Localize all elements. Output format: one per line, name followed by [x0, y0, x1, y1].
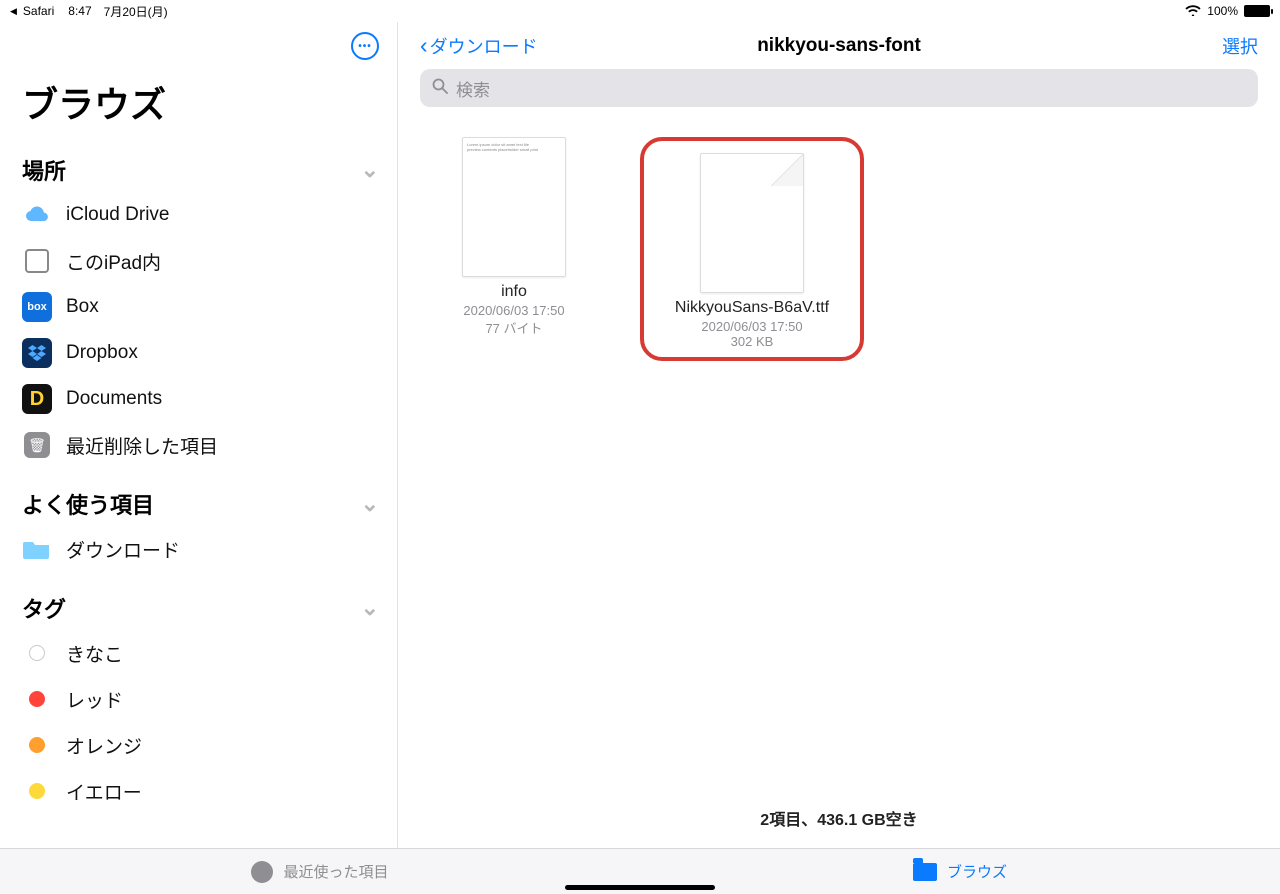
icloud-icon — [22, 200, 52, 230]
sidebar-item-label: iCloud Drive — [66, 204, 169, 226]
box-icon: box — [22, 292, 52, 322]
chevron-down-icon: ⌄ — [361, 157, 379, 183]
file-thumbnail-icon — [700, 153, 804, 293]
back-to-safari-label[interactable]: Safari — [23, 4, 54, 18]
folder-icon — [913, 863, 937, 881]
sidebar-item-label: Documents — [66, 388, 162, 410]
tags-header[interactable]: タグ⌄ — [0, 590, 397, 630]
home-indicator[interactable] — [565, 885, 715, 890]
clock-icon — [251, 861, 273, 883]
sidebar-item-box[interactable]: box Box — [0, 284, 397, 330]
folder-status: 2項目、436.1 GB空き — [398, 800, 1280, 848]
sidebar-item-downloads[interactable]: ダウンロード — [0, 526, 397, 572]
wifi-icon — [1185, 4, 1201, 19]
select-button[interactable]: 選択 — [921, 33, 1258, 59]
status-bar: ◀ Safari 8:47 7月20日(月) 100% — [0, 0, 1280, 22]
file-date: 2020/06/03 17:50 — [434, 303, 594, 318]
sidebar-tag[interactable]: レッド — [0, 676, 397, 722]
back-button[interactable]: ‹ ダウンロード — [420, 32, 757, 59]
tab-label: ブラウズ — [947, 861, 1007, 882]
file-size: 302 KB — [672, 334, 832, 349]
tag-color-icon — [22, 730, 52, 760]
sidebar-item-icloud[interactable]: iCloud Drive — [0, 192, 397, 238]
sidebar-item-label: イエロー — [66, 778, 142, 805]
main-content: ‹ ダウンロード nikkyou-sans-font 選択 検索 Lorem i… — [398, 22, 1280, 848]
file-item[interactable]: NikkyouSans-B6aV.ttf 2020/06/03 17:50 30… — [672, 153, 832, 349]
documents-icon: D — [22, 384, 52, 414]
tag-color-icon — [22, 638, 52, 668]
locations-header[interactable]: 場所⌄ — [0, 152, 397, 192]
search-icon — [432, 78, 448, 99]
sidebar-tag[interactable]: イエロー — [0, 768, 397, 814]
file-item[interactable]: Lorem ipsum dolor sit amet text file pre… — [434, 137, 594, 337]
battery-icon — [1244, 5, 1270, 17]
sidebar-item-recently-deleted[interactable]: 🗑 最近削除した項目 — [0, 422, 397, 468]
sidebar-item-label: きなこ — [66, 640, 123, 667]
dropbox-icon — [22, 338, 52, 368]
tag-color-icon — [22, 684, 52, 714]
sidebar-tag[interactable]: きなこ — [0, 630, 397, 676]
sidebar-item-label: Box — [66, 296, 99, 318]
sidebar-item-documents[interactable]: D Documents — [0, 376, 397, 422]
file-size: 77 バイト — [434, 318, 594, 337]
status-time: 8:47 — [68, 4, 91, 18]
file-name: info — [434, 283, 594, 301]
back-label: ダウンロード — [430, 33, 538, 59]
tab-recents[interactable]: 最近使った項目 — [0, 861, 640, 883]
search-placeholder: 検索 — [456, 76, 490, 101]
chevron-left-icon: ‹ — [420, 32, 428, 59]
sidebar-item-label: このiPad内 — [66, 248, 161, 275]
sidebar-item-dropbox[interactable]: Dropbox — [0, 330, 397, 376]
folder-icon — [22, 534, 52, 564]
chevron-down-icon: ⌄ — [361, 595, 379, 621]
sidebar-item-label: ダウンロード — [66, 536, 180, 563]
sidebar: ••• ブラウズ 場所⌄ iCloud Drive このiPad内 box Bo… — [0, 22, 398, 848]
status-date: 7月20日(月) — [104, 3, 168, 20]
back-to-safari-icon[interactable]: ◀ — [10, 6, 17, 17]
tab-browse[interactable]: ブラウズ — [640, 861, 1280, 882]
chevron-down-icon: ⌄ — [361, 491, 379, 517]
file-thumbnail-icon: Lorem ipsum dolor sit amet text file pre… — [462, 137, 566, 277]
sidebar-title: ブラウズ — [0, 62, 397, 152]
more-button[interactable]: ••• — [351, 32, 379, 60]
search-input[interactable]: 検索 — [420, 69, 1258, 107]
sidebar-item-label: 最近削除した項目 — [66, 432, 218, 459]
sidebar-item-label: オレンジ — [66, 732, 142, 759]
sidebar-item-label: レッド — [66, 686, 123, 713]
tag-color-icon — [22, 776, 52, 806]
ipad-icon — [22, 246, 52, 276]
sidebar-tag[interactable]: オレンジ — [0, 722, 397, 768]
tab-label: 最近使った項目 — [283, 861, 388, 882]
folder-title: nikkyou-sans-font — [757, 35, 921, 57]
highlight-annotation: NikkyouSans-B6aV.ttf 2020/06/03 17:50 30… — [640, 137, 864, 361]
sidebar-item-this-ipad[interactable]: このiPad内 — [0, 238, 397, 284]
favorites-header[interactable]: よく使う項目⌄ — [0, 486, 397, 526]
file-date: 2020/06/03 17:50 — [672, 319, 832, 334]
sidebar-item-label: Dropbox — [66, 342, 138, 364]
battery-pct: 100% — [1207, 4, 1238, 18]
file-name: NikkyouSans-B6aV.ttf — [672, 299, 832, 317]
trash-icon: 🗑 — [22, 430, 52, 460]
